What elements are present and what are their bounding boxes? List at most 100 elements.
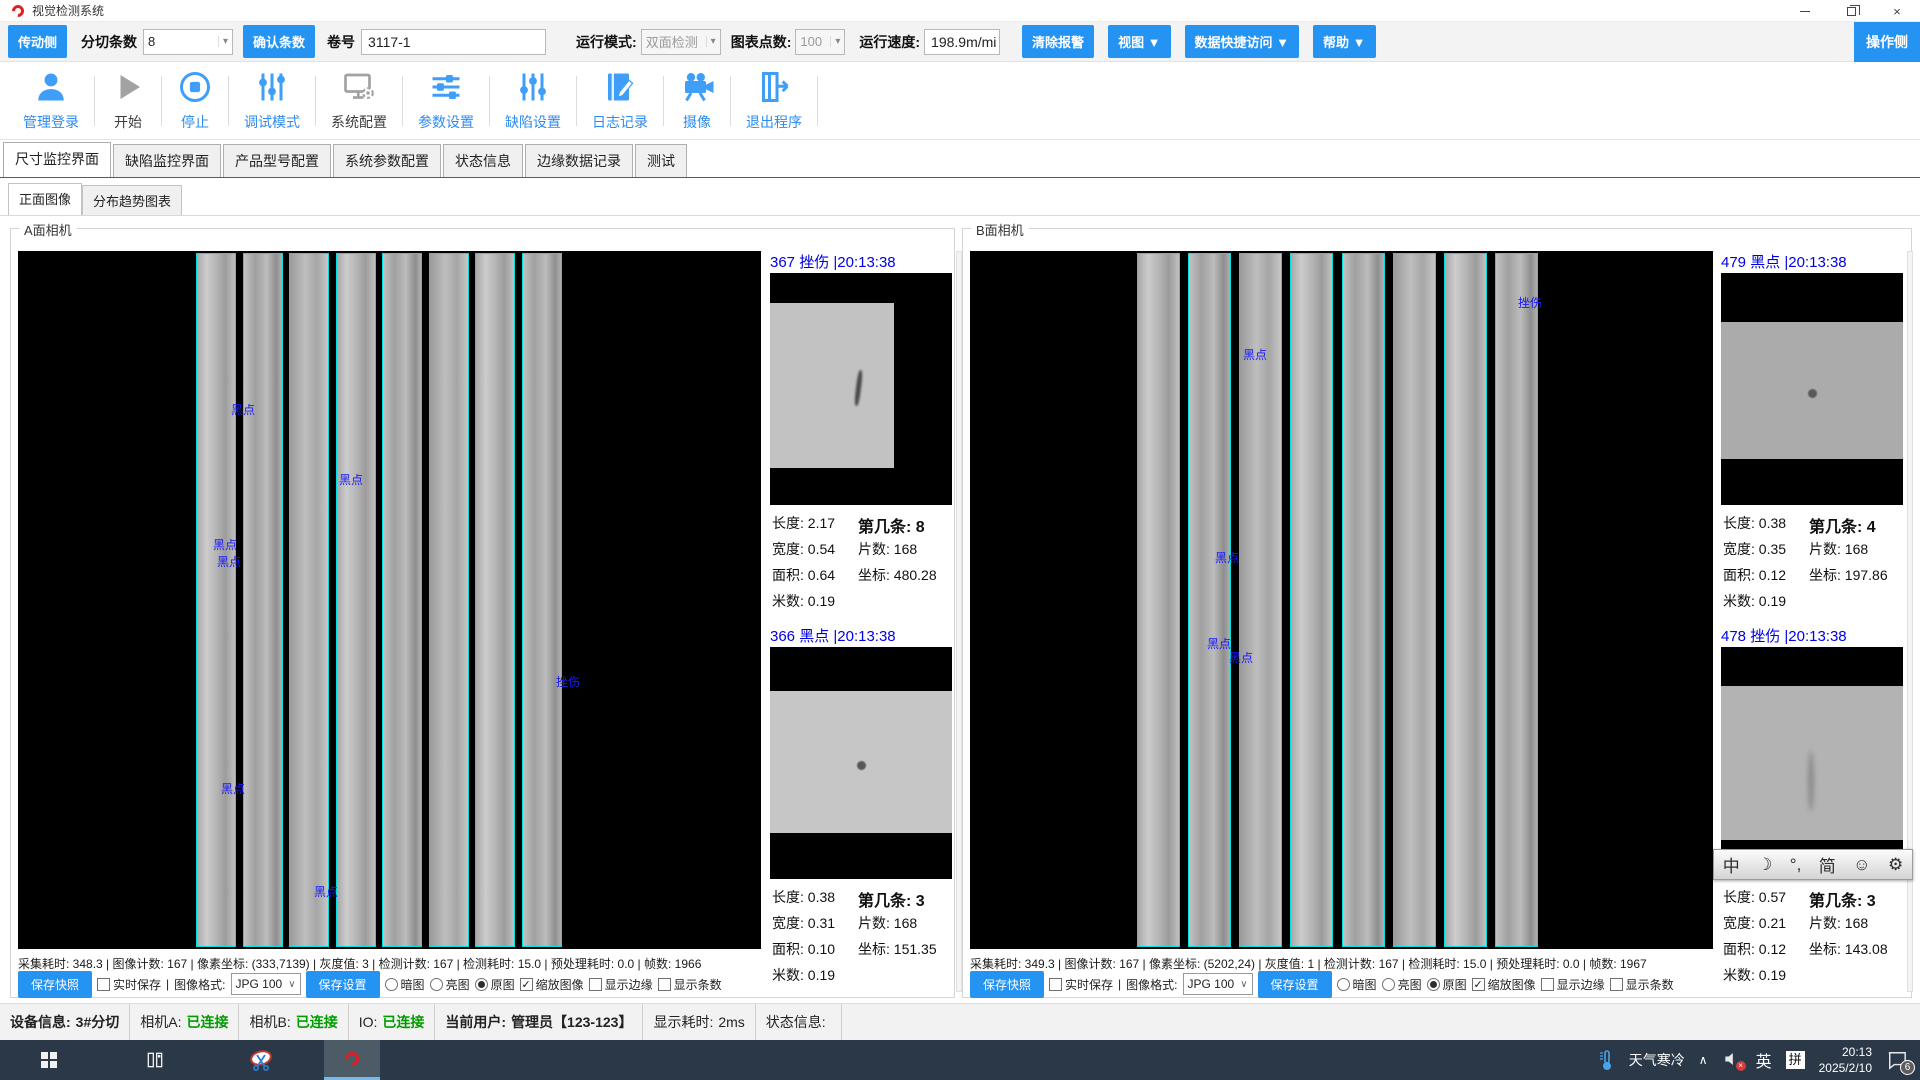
tab-main-2[interactable]: 产品型号配置 bbox=[223, 144, 331, 177]
operator-side-button[interactable]: 操作侧 bbox=[1854, 22, 1920, 62]
task-view-button[interactable] bbox=[132, 1040, 178, 1080]
film-strip bbox=[289, 253, 329, 947]
camera-a-controls: 保存快照 实时保存 | 图像格式: JPG 100 ∨ 保存设置 暗图 亮图 原… bbox=[18, 972, 722, 996]
image-format-value: JPG 100 bbox=[236, 977, 283, 991]
start-menu-button[interactable] bbox=[26, 1040, 72, 1080]
tab-main-4[interactable]: 状态信息 bbox=[443, 144, 523, 177]
toolbar-camera-button[interactable]: 摄像 bbox=[664, 69, 730, 132]
snipping-tool-button[interactable] bbox=[238, 1040, 284, 1080]
original-image-radio[interactable] bbox=[475, 978, 488, 991]
image-format-select[interactable]: JPG 100 ∨ bbox=[1183, 973, 1253, 995]
stat-row: 宽度: 0.21 bbox=[1723, 913, 1786, 933]
status-segment-4: 当前用户:管理员【123-123】 bbox=[435, 1004, 643, 1040]
speed-value: 198.9m/mi bbox=[924, 29, 1000, 55]
weather-text[interactable]: 天气寒冷 bbox=[1629, 1050, 1685, 1070]
toolbar-defect-settings-button[interactable]: 缺陷设置 bbox=[490, 69, 576, 132]
film-strip bbox=[1188, 253, 1231, 947]
log-record-icon bbox=[602, 69, 638, 108]
drive-side-button[interactable]: 传动侧 bbox=[8, 25, 67, 58]
defect-card-header: 479 黑点 |20:13:38 bbox=[1721, 251, 1903, 271]
tab-sub-1[interactable]: 分布趋势图表 bbox=[82, 185, 182, 215]
language-indicator[interactable]: 英 bbox=[1756, 1048, 1772, 1072]
help-menu-button[interactable]: 帮助 ▼ bbox=[1313, 25, 1375, 58]
show-strips-checkbox[interactable] bbox=[1610, 978, 1623, 991]
toolbar-debug-mode-button[interactable]: 调试模式 bbox=[229, 69, 315, 132]
data-quick-access-button[interactable]: 数据快捷访问 ▼ bbox=[1185, 25, 1299, 58]
zoom-image-checkbox[interactable]: ✓ bbox=[1472, 978, 1485, 991]
tab-main-5[interactable]: 边缘数据记录 bbox=[525, 144, 633, 177]
image-format-select[interactable]: JPG 100 ∨ bbox=[231, 973, 301, 995]
ime-simplified[interactable]: 简 bbox=[1819, 852, 1836, 877]
toolbar-param-settings-button[interactable]: 参数设置 bbox=[403, 69, 489, 132]
show-strips-checkbox[interactable] bbox=[658, 978, 671, 991]
ime-settings-icon[interactable]: ⚙ bbox=[1888, 855, 1903, 875]
start-label: 开始 bbox=[114, 112, 142, 132]
save-settings-button[interactable]: 保存设置 bbox=[1258, 971, 1332, 998]
ime-fullwidth-icon[interactable]: ☽ bbox=[1757, 855, 1772, 875]
status-segment-0: 设备信息:3#分切 bbox=[0, 1004, 130, 1040]
roll-number-input[interactable]: 3117-1 bbox=[361, 29, 546, 55]
tab-main-1[interactable]: 缺陷监控界面 bbox=[113, 144, 221, 177]
original-image-radio[interactable] bbox=[1427, 978, 1440, 991]
clear-alarm-button[interactable]: 清除报警 bbox=[1022, 25, 1094, 58]
tab-main-6[interactable]: 测试 bbox=[635, 144, 687, 177]
tray-expand-icon[interactable]: ∧ bbox=[1699, 1053, 1708, 1067]
status-segment-6: 状态信息: bbox=[756, 1004, 842, 1040]
tab-main-3[interactable]: 系统参数配置 bbox=[333, 144, 441, 177]
defect-card[interactable]: 479 黑点 |20:13:38长度: 0.38宽度: 0.35面积: 0.12… bbox=[1721, 251, 1903, 505]
tab-sub-0[interactable]: 正面图像 bbox=[8, 183, 82, 215]
confirm-count-button[interactable]: 确认条数 bbox=[243, 25, 315, 58]
status-label: 显示耗时: bbox=[653, 1012, 713, 1032]
camera-a-image[interactable]: 黑点黑点黑点黑点挫伤黑点黑点 bbox=[18, 251, 761, 949]
realtime-save-checkbox[interactable] bbox=[1049, 978, 1062, 991]
status-segment-5: 显示耗时:2ms bbox=[643, 1004, 755, 1040]
tab-main-0[interactable]: 尺寸监控界面 bbox=[3, 142, 111, 177]
defect-card[interactable]: 366 黑点 |20:13:38长度: 0.38宽度: 0.31面积: 0.10… bbox=[770, 625, 952, 879]
camera-b-image[interactable]: 挫伤黑点黑点黑点黑点 bbox=[970, 251, 1713, 949]
toolbar-log-record-button[interactable]: 日志记录 bbox=[577, 69, 663, 132]
clock[interactable]: 20:13 2025/2/10 bbox=[1819, 1044, 1872, 1076]
dark-image-radio[interactable] bbox=[385, 978, 398, 991]
save-settings-button[interactable]: 保存设置 bbox=[306, 971, 380, 998]
realtime-save-checkbox[interactable] bbox=[97, 978, 110, 991]
status-value: 已连接 bbox=[382, 1012, 424, 1032]
ime-language-bar: 中 ☽ °, 简 ☺ ⚙ bbox=[1713, 849, 1913, 880]
ime-chinese-mode[interactable]: 中 bbox=[1723, 852, 1740, 877]
status-label: 设备信息: bbox=[10, 1012, 71, 1032]
film-strip bbox=[1393, 253, 1436, 947]
toolbar-system-config-button[interactable]: 系统配置 bbox=[316, 69, 402, 132]
maximize-button[interactable] bbox=[1828, 0, 1874, 22]
minimize-button[interactable] bbox=[1782, 0, 1828, 22]
defect-card[interactable]: 367 挫伤 |20:13:38长度: 2.17宽度: 0.54面积: 0.64… bbox=[770, 251, 952, 505]
realtime-save-label: 实时保存 bbox=[1065, 976, 1113, 993]
run-mode-value: 双面检测 bbox=[646, 32, 698, 51]
run-mode-select[interactable]: 双面检测 ▾ bbox=[641, 29, 721, 55]
ime-punctuation[interactable]: °, bbox=[1790, 855, 1802, 875]
view-menu-button[interactable]: 视图 ▼ bbox=[1108, 25, 1170, 58]
scrollbar[interactable] bbox=[1907, 251, 1913, 992]
ime-emoji-icon[interactable]: ☺ bbox=[1853, 855, 1870, 875]
toolbar-start-button[interactable]: 开始 bbox=[95, 69, 161, 132]
notification-badge: 6 bbox=[1900, 1060, 1915, 1075]
notification-center-button[interactable]: 6 bbox=[1886, 1050, 1908, 1070]
bright-image-radio[interactable] bbox=[430, 978, 443, 991]
close-button[interactable]: × bbox=[1874, 0, 1920, 22]
dark-image-radio[interactable] bbox=[1337, 978, 1350, 991]
volume-muted-icon[interactable]: × bbox=[1722, 1050, 1742, 1071]
stat-row: 坐标: 143.08 bbox=[1809, 939, 1888, 959]
bright-image-radio[interactable] bbox=[1382, 978, 1395, 991]
save-snapshot-button[interactable]: 保存快照 bbox=[18, 971, 92, 998]
chart-points-select[interactable]: 100 ▾ bbox=[795, 29, 845, 55]
show-edge-checkbox[interactable] bbox=[589, 978, 602, 991]
show-edge-checkbox[interactable] bbox=[1541, 978, 1554, 991]
toolbar-exit-button[interactable]: 退出程序 bbox=[731, 69, 817, 132]
slit-count-select[interactable]: 8 ▾ bbox=[143, 29, 233, 55]
stat-row: 坐标: 151.35 bbox=[858, 939, 937, 959]
active-app-taskbar-button[interactable] bbox=[324, 1040, 380, 1080]
save-snapshot-button[interactable]: 保存快照 bbox=[970, 971, 1044, 998]
toolbar-admin-login-button[interactable]: 管理登录 bbox=[8, 69, 94, 132]
toolbar-stop-button[interactable]: 停止 bbox=[162, 69, 228, 132]
zoom-image-checkbox[interactable]: ✓ bbox=[520, 978, 533, 991]
ime-mode-indicator[interactable]: 拼 bbox=[1786, 1051, 1805, 1069]
defect-card[interactable]: 478 挫伤 |20:13:38长度: 0.57宽度: 0.21面积: 0.12… bbox=[1721, 625, 1903, 879]
